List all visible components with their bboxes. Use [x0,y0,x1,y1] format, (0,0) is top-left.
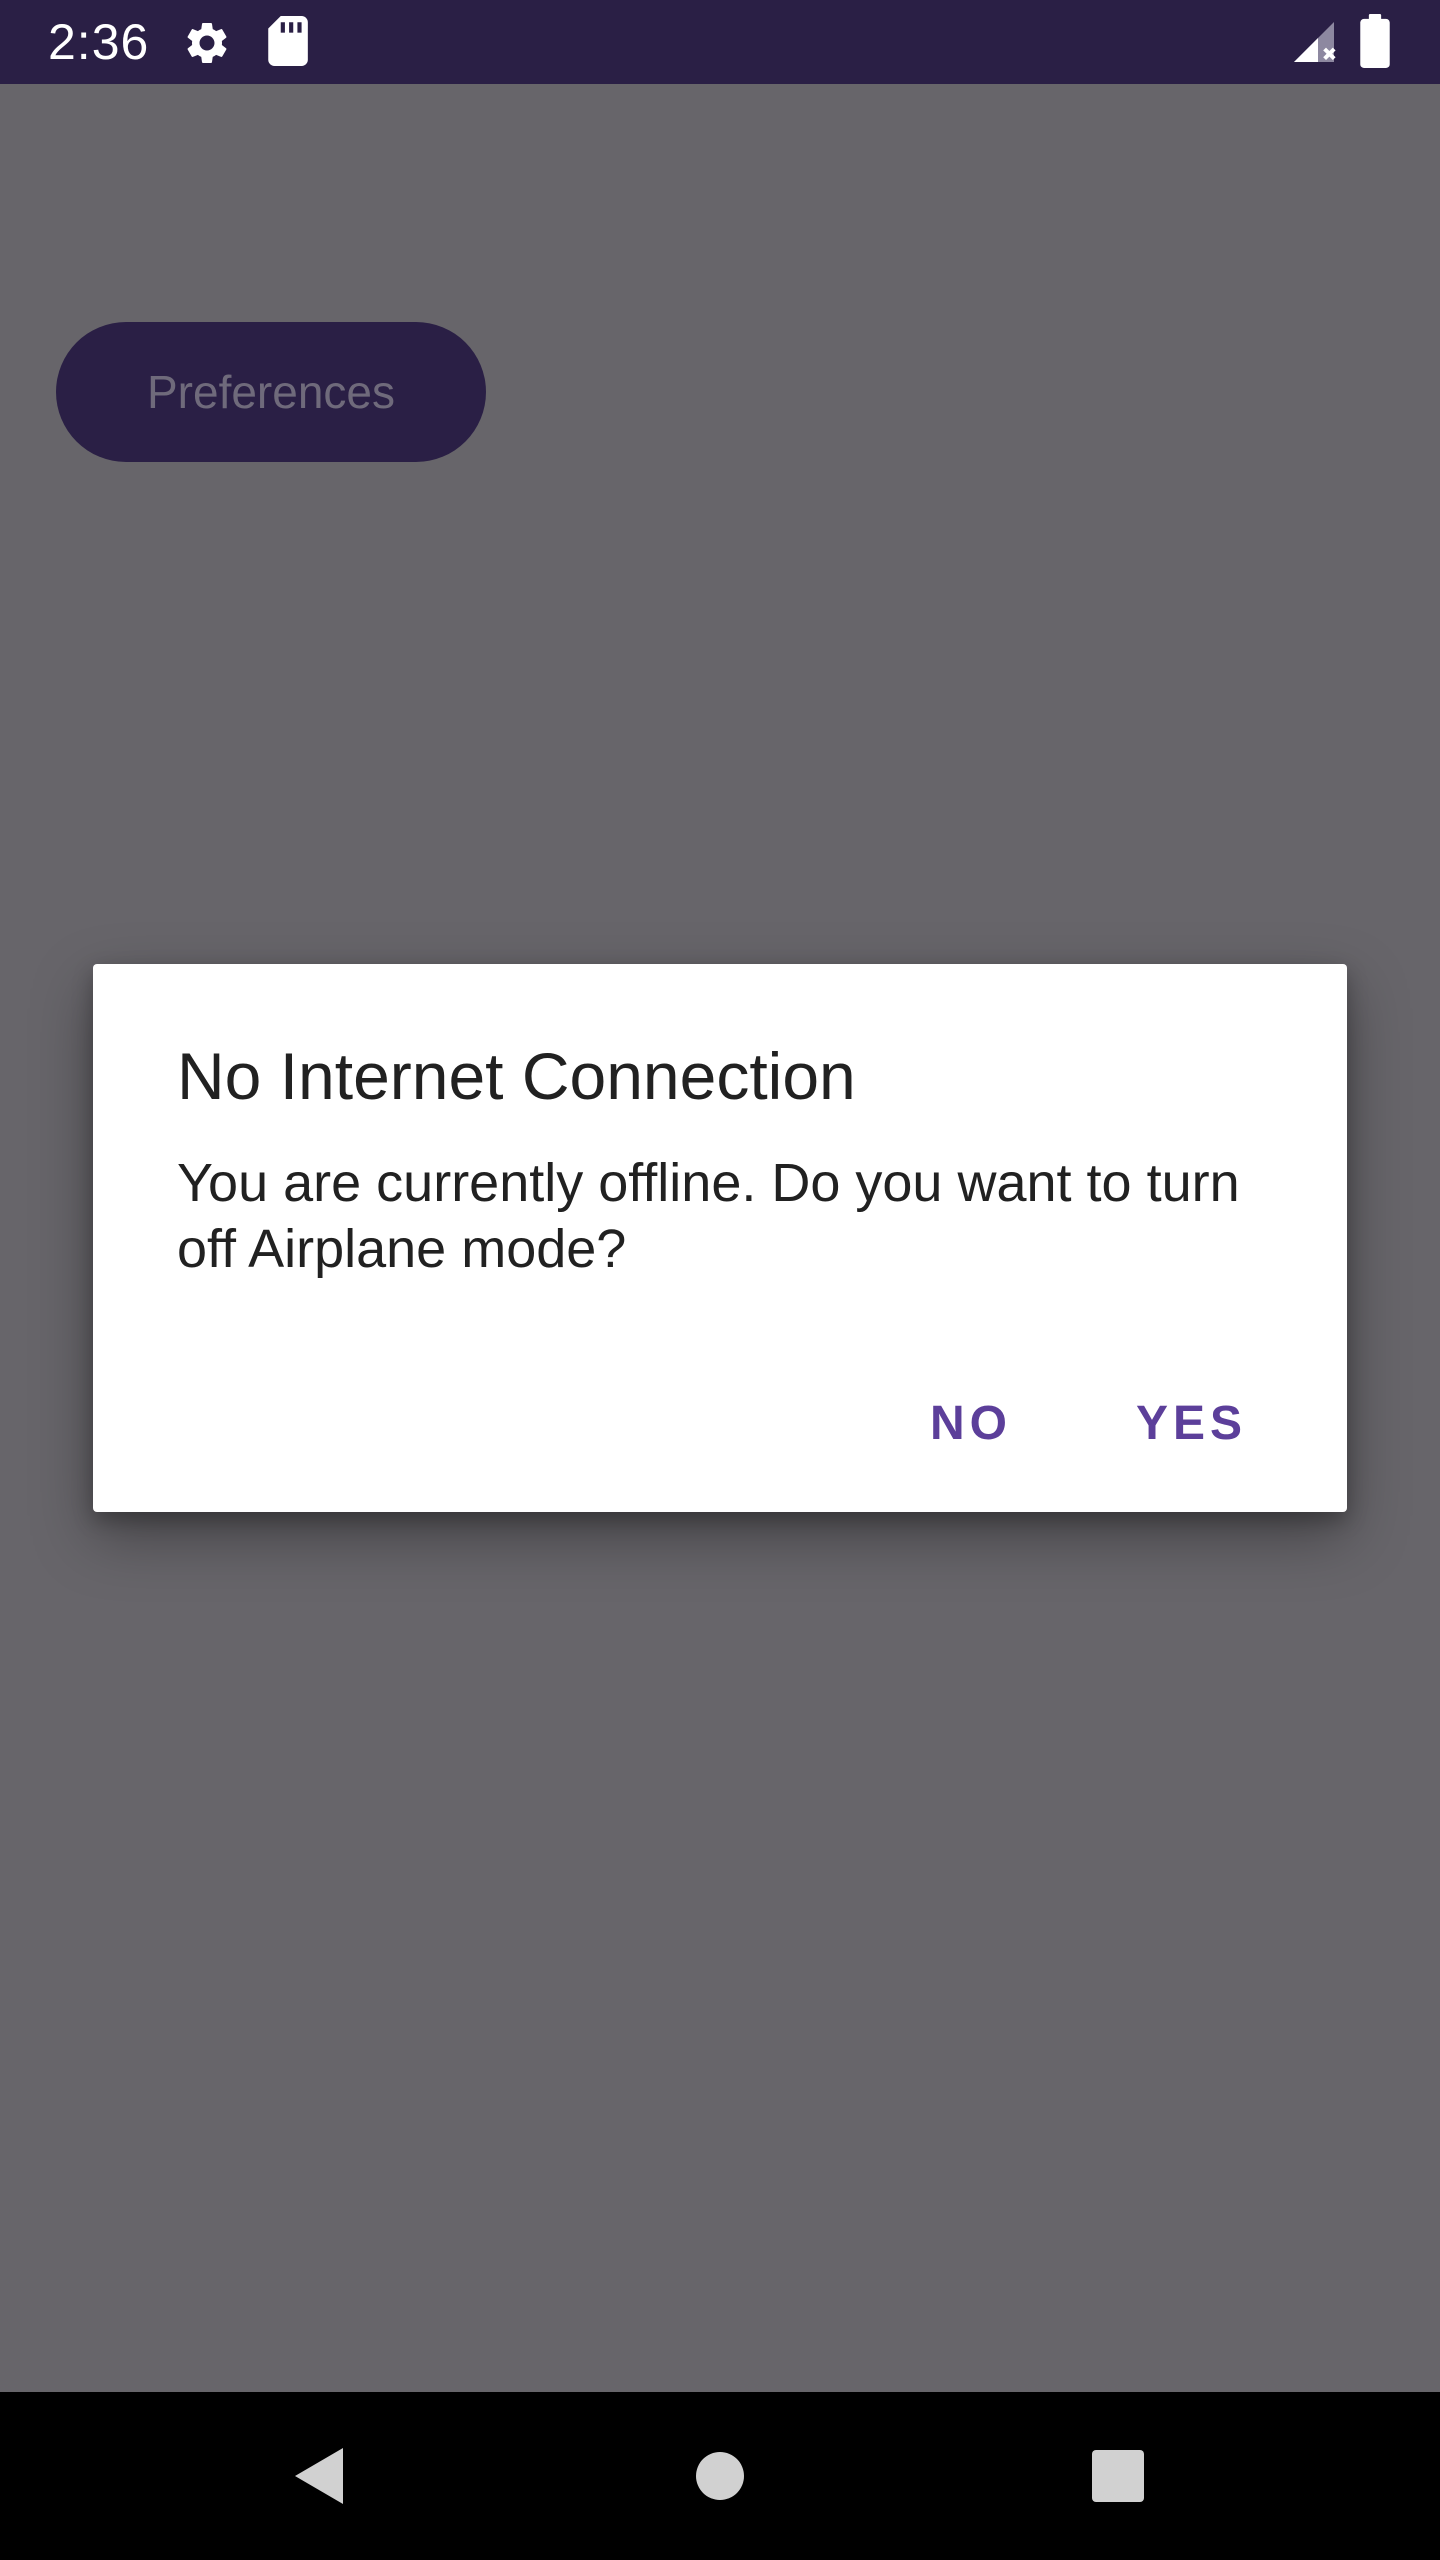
dialog-message: You are currently offline. Do you want t… [177,1153,1240,1279]
dialog-title: No Internet Connection [177,1039,856,1113]
back-button[interactable] [218,2392,418,2560]
preferences-button[interactable]: Preferences [56,322,486,462]
no-button[interactable]: NO [886,1374,1056,1474]
recents-button[interactable] [1018,2392,1218,2560]
status-time: 2:36 [48,14,150,70]
dialog-actions: NO YES [886,1374,1291,1474]
recents-icon [1092,2450,1144,2502]
home-icon [696,2452,744,2500]
status-bar: 2:36 [0,0,1440,84]
signal-no-data-icon [1294,22,1336,62]
sd-card-icon [268,16,308,66]
yes-button[interactable]: YES [1092,1374,1291,1474]
gear-icon [187,22,227,63]
battery-icon [1360,14,1390,68]
back-icon [295,2448,343,2504]
no-internet-dialog: No Internet Connection You are currently… [93,964,1347,1512]
home-button[interactable] [620,2392,820,2560]
navigation-bar [0,2392,1440,2560]
